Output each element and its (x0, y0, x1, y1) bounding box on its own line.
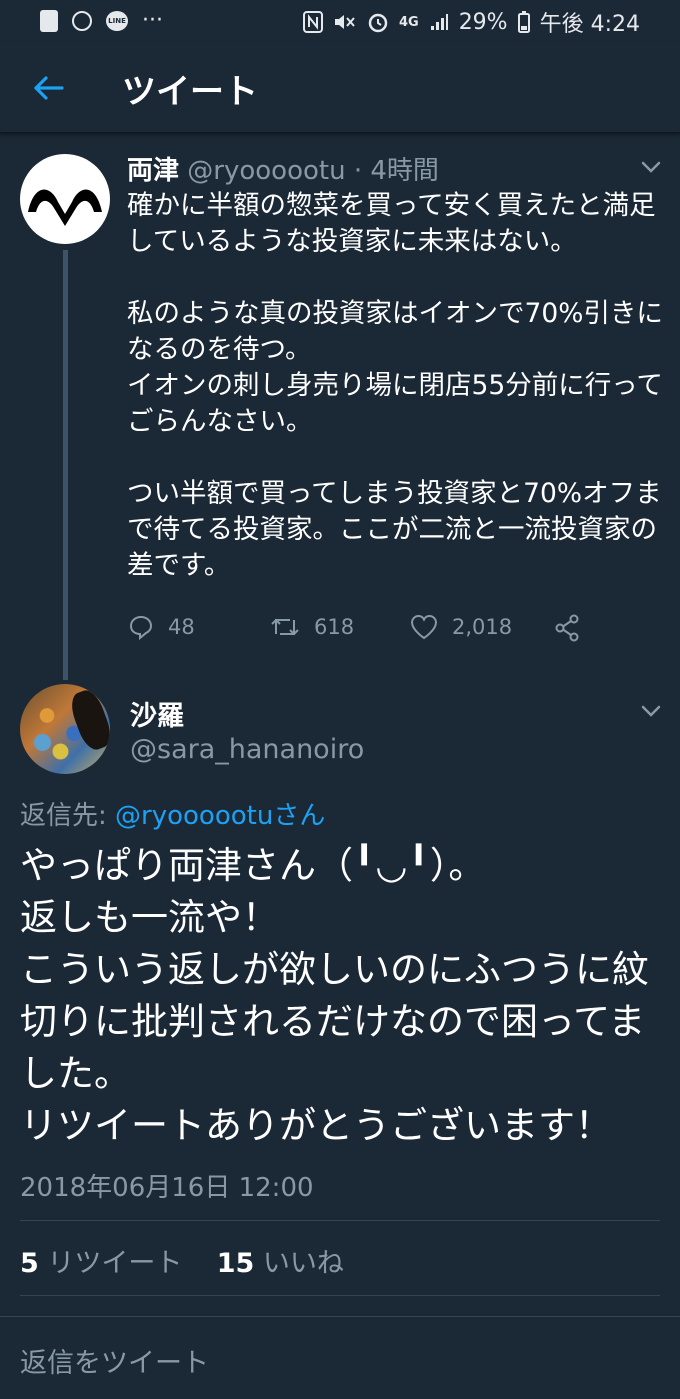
retweet-label[interactable]: リツイート (47, 1248, 182, 1279)
reply-composer-bar[interactable]: 返信をツイート (0, 1316, 680, 1399)
reply-to-label: 返信先: (20, 801, 116, 831)
like-button[interactable]: 2,018 (410, 614, 512, 640)
page-title: ツイート (122, 72, 258, 112)
reply-count: 48 (168, 615, 195, 639)
nfc-icon (302, 11, 323, 33)
tweet-text: やっぱり両津さん（╹◡╹）。 返しも一流や！ こういう返しが欲しいのにふつうに紋… (20, 844, 649, 1147)
divider (20, 1220, 660, 1221)
network-type: 4G (398, 14, 419, 30)
author-handle[interactable]: @sara_hananoiro (130, 734, 364, 765)
share-button[interactable] (554, 614, 580, 642)
more-notifications-icon: ··· (142, 8, 163, 33)
like-count[interactable]: 15 (217, 1248, 255, 1279)
battery-percent: 29% (458, 9, 508, 35)
tweet-text: 確かに半額の惣菜を買って安く買えたと満足しているような投資家に未来はない。 私の… (127, 190, 663, 581)
engagement-stats: 5 リツイート 15 いいね (20, 1241, 344, 1280)
reply-to-user-link[interactable]: @ryoooootuさん (115, 801, 325, 831)
author-name[interactable]: 沙羅 (130, 694, 184, 733)
status-bar: LINE ··· 4G 29% 午後 4:24 (0, 0, 680, 42)
retweet-count: 618 (314, 615, 355, 639)
chrome-icon (72, 10, 92, 31)
author-name[interactable]: 両津 (127, 156, 179, 186)
reply-icon (129, 615, 153, 640)
share-icon (555, 614, 579, 642)
line-app-icon: LINE (106, 10, 128, 31)
heart-icon (410, 614, 438, 640)
clock: 午後 4:24 (539, 12, 640, 37)
chevron-down-icon[interactable] (640, 160, 662, 174)
divider (20, 1295, 660, 1296)
like-count: 2,018 (452, 615, 513, 639)
signal-icon (430, 14, 448, 30)
battery-icon (517, 11, 530, 33)
tweet-time: 4時間 (370, 156, 439, 186)
app-header: ツイート (0, 42, 680, 133)
author-handle[interactable]: @ryoooootu (187, 156, 345, 186)
chevron-down-icon[interactable] (640, 704, 662, 718)
retweet-button[interactable]: 618 (270, 614, 354, 640)
arrow-left-icon[interactable] (30, 70, 66, 106)
tweet-header: 両津 @ryoooootu · 4時間 (127, 150, 439, 187)
reply-button[interactable]: 48 (128, 614, 195, 640)
avatar[interactable] (20, 684, 110, 774)
reply-input[interactable]: 返信をツイート (20, 1341, 209, 1380)
reply-to: 返信先: @ryoooootuさん (20, 795, 325, 832)
thread-connector (63, 250, 68, 680)
avatar[interactable] (20, 154, 110, 244)
notification-icon (40, 9, 58, 32)
avatar-logo-icon (28, 189, 102, 226)
mute-icon (334, 15, 355, 29)
like-label[interactable]: いいね (263, 1248, 344, 1279)
alarm-icon (368, 13, 388, 33)
tweet-actions: 48 618 2,018 (128, 614, 608, 654)
tweet-timestamp: 2018年06月16日 12:00 (20, 1173, 314, 1203)
retweet-icon (271, 618, 299, 636)
retweet-count[interactable]: 5 (20, 1248, 39, 1279)
meta-separator: · (345, 156, 371, 186)
